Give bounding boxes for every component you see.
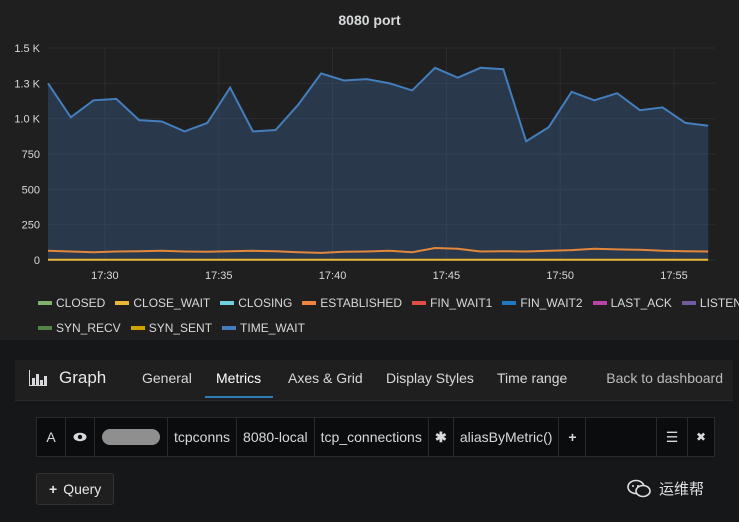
query-row: A tcpconns 8080-local tcp_connections ✱ … [36, 417, 715, 457]
y-tick-label: 500 [22, 184, 40, 196]
legend-item-established[interactable]: ESTABLISHED [302, 296, 402, 310]
x-tick-label: 17:50 [546, 270, 574, 282]
tab-general[interactable]: General [142, 370, 192, 386]
legend-item-syn-sent[interactable]: SYN_SENT [130, 320, 213, 335]
legend-swatch [412, 300, 427, 305]
redacted-host-segment[interactable] [95, 418, 168, 456]
watermark-text: 运维帮 [659, 481, 705, 498]
tab-metrics[interactable]: Metrics [216, 370, 261, 386]
legend-item-syn-recv[interactable]: SYN_RECV [38, 321, 121, 335]
metric-segment-tcp-connections[interactable]: tcp_connections [315, 418, 429, 456]
plus-icon: + [49, 481, 58, 497]
legend-swatch [115, 300, 130, 305]
x-tick-label: 17:45 [433, 270, 461, 282]
metric-segment-tcpconns[interactable]: tcpconns [168, 418, 238, 456]
function-alias-by-metric[interactable]: aliasByMetric() [454, 418, 560, 456]
legend-label: CLOSED [56, 295, 106, 310]
redacted-pill [102, 429, 160, 445]
line-chart: 0 250 500 750 1.0 K 1.3 K 1.5 K 17:30 17:35 17:40… [14, 43, 715, 282]
add-query-button[interactable]: + Query [36, 473, 115, 505]
x-tick-label: 17:40 [319, 270, 347, 282]
legend-swatch [38, 300, 52, 305]
legend-swatch [302, 300, 317, 305]
metric-segment-8080-local[interactable]: 8080-local [237, 418, 315, 456]
legend-item-fin-wait1[interactable]: FIN_WAIT1 [412, 296, 492, 310]
legend-swatch [220, 300, 235, 305]
chart-legend: CLOSED CLOSE_WAIT CLOSING ESTABLISHED FIN_WA… [38, 290, 739, 340]
legend-item-time-wait[interactable]: TIME_WAIT [222, 321, 305, 335]
back-to-dashboard-link[interactable]: Back to dashboard [606, 370, 723, 386]
legend-item-last-ack[interactable]: LAST_ACK [592, 295, 672, 310]
editor-title: Graph [29, 368, 106, 388]
x-tick-label: 17:30 [91, 270, 119, 282]
y-tick-label: 1.0 K [14, 114, 40, 126]
legend-swatch [38, 325, 52, 330]
add-query-label: Query [63, 481, 102, 497]
query-ref-id[interactable]: A [37, 418, 66, 456]
tab-display-styles[interactable]: Display Styles [386, 370, 474, 386]
legend-row: SYN_RECV SYN_SENT TIME_WAIT [38, 315, 738, 340]
x-tick-label: 17:35 [205, 270, 233, 282]
legend-label: LISTEN [699, 295, 739, 310]
y-tick-label: 250 [22, 220, 40, 232]
legend-swatch [681, 300, 696, 305]
legend-swatch [130, 325, 145, 330]
graph-panel: 8080 port 0 250 500 750 1.0 K 1.3 K 1.5 K 17:30… [0, 0, 739, 340]
y-tick-label: 0 [34, 255, 40, 267]
x-tick-label: 17:55 [660, 270, 688, 282]
legend-label: FIN_WAIT2 [520, 295, 583, 310]
legend-label: ESTABLISHED [320, 295, 403, 310]
y-tick-label: 1.5 K [14, 43, 40, 55]
legend-label: CLOSE_WAIT [133, 295, 211, 310]
legend-item-listen[interactable]: LISTEN [681, 295, 739, 310]
legend-row: CLOSED CLOSE_WAIT CLOSING ESTABLISHED FIN_WA… [38, 290, 739, 315]
legend-item-closed[interactable]: CLOSED [38, 296, 105, 310]
legend-label: SYN_SENT [148, 320, 213, 335]
editor-title-label: Graph [59, 368, 107, 387]
legend-label: CLOSING [238, 295, 293, 310]
bar-chart-icon [29, 370, 47, 386]
legend-swatch [222, 325, 237, 330]
y-tick-label: 750 [22, 149, 40, 161]
legend-label: LAST_ACK [610, 295, 672, 310]
add-function-button[interactable]: + [559, 418, 587, 456]
watermark: 运维帮 [627, 478, 704, 499]
legend-label: TIME_WAIT [240, 320, 305, 335]
legend-swatch [592, 300, 607, 305]
legend-item-closing[interactable]: CLOSING [220, 296, 292, 310]
wildcard-segment[interactable]: ✱ [429, 418, 454, 456]
legend-label: SYN_RECV [56, 320, 121, 335]
legend-item-close-wait[interactable]: CLOSE_WAIT [115, 296, 210, 310]
wechat-icon [627, 479, 651, 499]
y-tick-label: 1.3 K [14, 78, 40, 90]
legend-label: FIN_WAIT1 [430, 295, 493, 310]
tab-axes-grid[interactable]: Axes & Grid [288, 370, 363, 386]
tab-time-range[interactable]: Time range [497, 370, 567, 386]
query-row-spacer [586, 418, 657, 456]
menu-icon[interactable]: ☰ [657, 418, 688, 456]
legend-item-fin-wait2[interactable]: FIN_WAIT2 [502, 295, 583, 310]
close-icon[interactable]: ✖ [688, 418, 714, 456]
active-tab-indicator [205, 396, 273, 398]
legend-swatch [502, 300, 517, 305]
editor-tabs-bar: Graph General Metrics Axes & Grid Displa… [15, 360, 733, 401]
eye-icon[interactable] [66, 418, 95, 456]
